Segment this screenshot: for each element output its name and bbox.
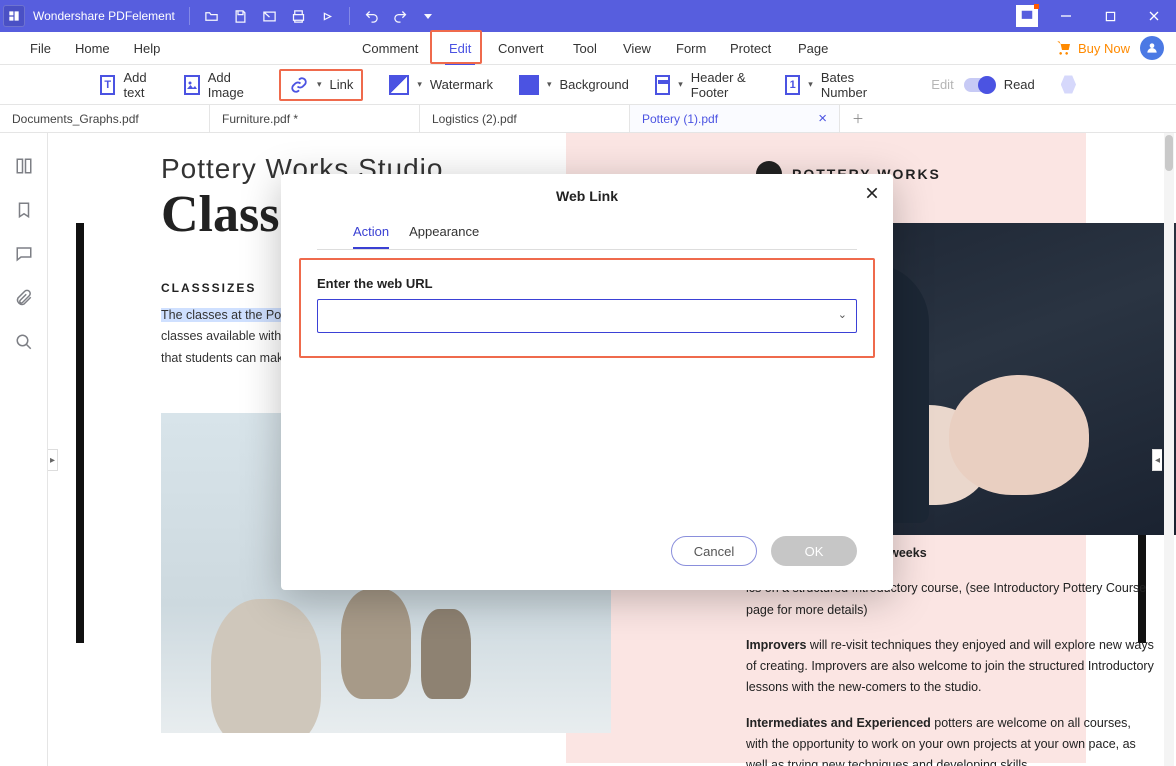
menu-view[interactable]: View <box>611 32 663 65</box>
add-text-button[interactable]: T Add text <box>100 70 158 100</box>
menu-help[interactable]: Help <box>122 32 173 65</box>
dialog-footer: Cancel OK <box>281 536 893 590</box>
app-logo <box>3 5 25 27</box>
image-icon <box>184 75 200 95</box>
document-tabs: Documents_Graphs.pdf Furniture.pdf * Log… <box>0 105 1176 133</box>
bookmark-icon[interactable] <box>13 199 35 221</box>
cancel-button[interactable]: Cancel <box>671 536 757 566</box>
comment-icon[interactable] <box>13 243 35 265</box>
web-link-dialog: Web Link Action Appearance Enter the web… <box>281 174 893 590</box>
ok-button[interactable]: OK <box>771 536 857 566</box>
dropdown-icon[interactable] <box>422 10 434 22</box>
dialog-title: Web Link <box>281 174 893 212</box>
section-label: CLASSSIZES <box>161 281 256 295</box>
cart-icon <box>1056 40 1072 56</box>
thumbnails-icon[interactable] <box>13 155 35 177</box>
bates-number-button[interactable]: 1 ▾ Bates Number <box>785 70 879 100</box>
vertical-scrollbar[interactable] <box>1164 133 1174 766</box>
share-icon[interactable] <box>320 9 335 24</box>
url-input[interactable] <box>317 299 857 333</box>
link-icon <box>289 75 309 95</box>
chevron-down-icon: ▾ <box>417 79 422 90</box>
print-icon[interactable] <box>291 9 306 24</box>
add-image-button[interactable]: Add Image <box>184 70 253 100</box>
menu-protect[interactable]: Protect <box>718 32 783 65</box>
read-mode-label: Read <box>1004 77 1035 92</box>
edit-mode-label: Edit <box>931 77 953 92</box>
url-label: Enter the web URL <box>317 276 857 291</box>
link-button[interactable]: ▾ Link <box>279 69 363 101</box>
text-icon: T <box>100 75 115 95</box>
search-icon[interactable] <box>13 331 35 353</box>
background-icon <box>519 75 539 95</box>
dialog-body: Enter the web URL ⌄ <box>281 250 893 351</box>
background-button[interactable]: ▾ Background <box>519 75 629 95</box>
decor-strip <box>76 223 84 643</box>
expand-right-handle[interactable]: ◂ <box>1152 449 1162 471</box>
undo-icon[interactable] <box>364 9 379 24</box>
expand-left-handle[interactable]: ▸ <box>48 449 58 471</box>
mail-icon[interactable] <box>262 9 277 24</box>
menubar: File Home Help Comment Edit Convert Tool… <box>0 32 1176 65</box>
open-icon[interactable] <box>204 9 219 24</box>
menu-form[interactable]: Form <box>664 32 718 65</box>
menu-home[interactable]: Home <box>63 32 122 65</box>
dialog-tab-appearance[interactable]: Appearance <box>409 218 479 249</box>
titlebar: Wondershare PDFelement <box>0 0 1176 32</box>
bates-icon: 1 <box>785 75 800 95</box>
doc-tab-active[interactable]: Pottery (1).pdf × <box>630 105 840 132</box>
redo-icon[interactable] <box>393 9 408 24</box>
edit-toolbar: T Add text Add Image ▾ Link ▾ Watermark … <box>0 65 1176 105</box>
app-title: Wondershare PDFelement <box>33 9 175 23</box>
menu-comment[interactable]: Comment <box>350 32 430 65</box>
attachment-icon[interactable] <box>13 287 35 309</box>
maximize-button[interactable] <box>1088 0 1132 32</box>
header-footer-button[interactable]: ▾ Header & Footer <box>655 70 759 100</box>
doc-tab[interactable]: Documents_Graphs.pdf <box>0 105 210 132</box>
chevron-down-icon: ▾ <box>547 79 552 90</box>
watermark-icon <box>389 75 409 95</box>
watermark-button[interactable]: ▾ Watermark <box>389 75 493 95</box>
left-rail <box>0 133 48 766</box>
add-tab-button[interactable]: ＋ <box>840 105 876 132</box>
dialog-tabs: Action Appearance <box>317 218 857 250</box>
close-tab-icon[interactable]: × <box>818 110 827 127</box>
user-avatar[interactable] <box>1140 36 1164 60</box>
chevron-down-icon: ▾ <box>678 79 683 90</box>
titlebar-history-group <box>349 7 434 25</box>
menu-tool[interactable]: Tool <box>561 32 609 65</box>
dialog-tab-action[interactable]: Action <box>353 218 389 249</box>
chevron-down-icon: ▾ <box>317 79 322 90</box>
menu-convert[interactable]: Convert <box>486 32 556 65</box>
header-footer-icon <box>655 75 670 95</box>
doc-tab[interactable]: Furniture.pdf * <box>210 105 420 132</box>
menu-page[interactable]: Page <box>786 32 840 65</box>
menu-file[interactable]: File <box>18 32 63 65</box>
highlight-edit-menu <box>430 30 482 64</box>
buy-now-link[interactable]: Buy Now <box>1056 40 1130 56</box>
doc-tab[interactable]: Logistics (2).pdf <box>420 105 630 132</box>
minimize-button[interactable] <box>1044 0 1088 32</box>
edit-read-toggle[interactable]: Edit Read <box>931 77 1034 92</box>
chevron-down-icon: ▾ <box>808 79 813 90</box>
titlebar-file-group <box>189 7 335 25</box>
save-icon[interactable] <box>233 9 248 24</box>
settings-hex-icon[interactable] <box>1061 75 1076 95</box>
dialog-close-button[interactable] <box>865 186 879 200</box>
promo-icon[interactable] <box>1016 5 1038 27</box>
close-button[interactable] <box>1132 0 1176 32</box>
toggle-switch[interactable] <box>964 78 994 92</box>
